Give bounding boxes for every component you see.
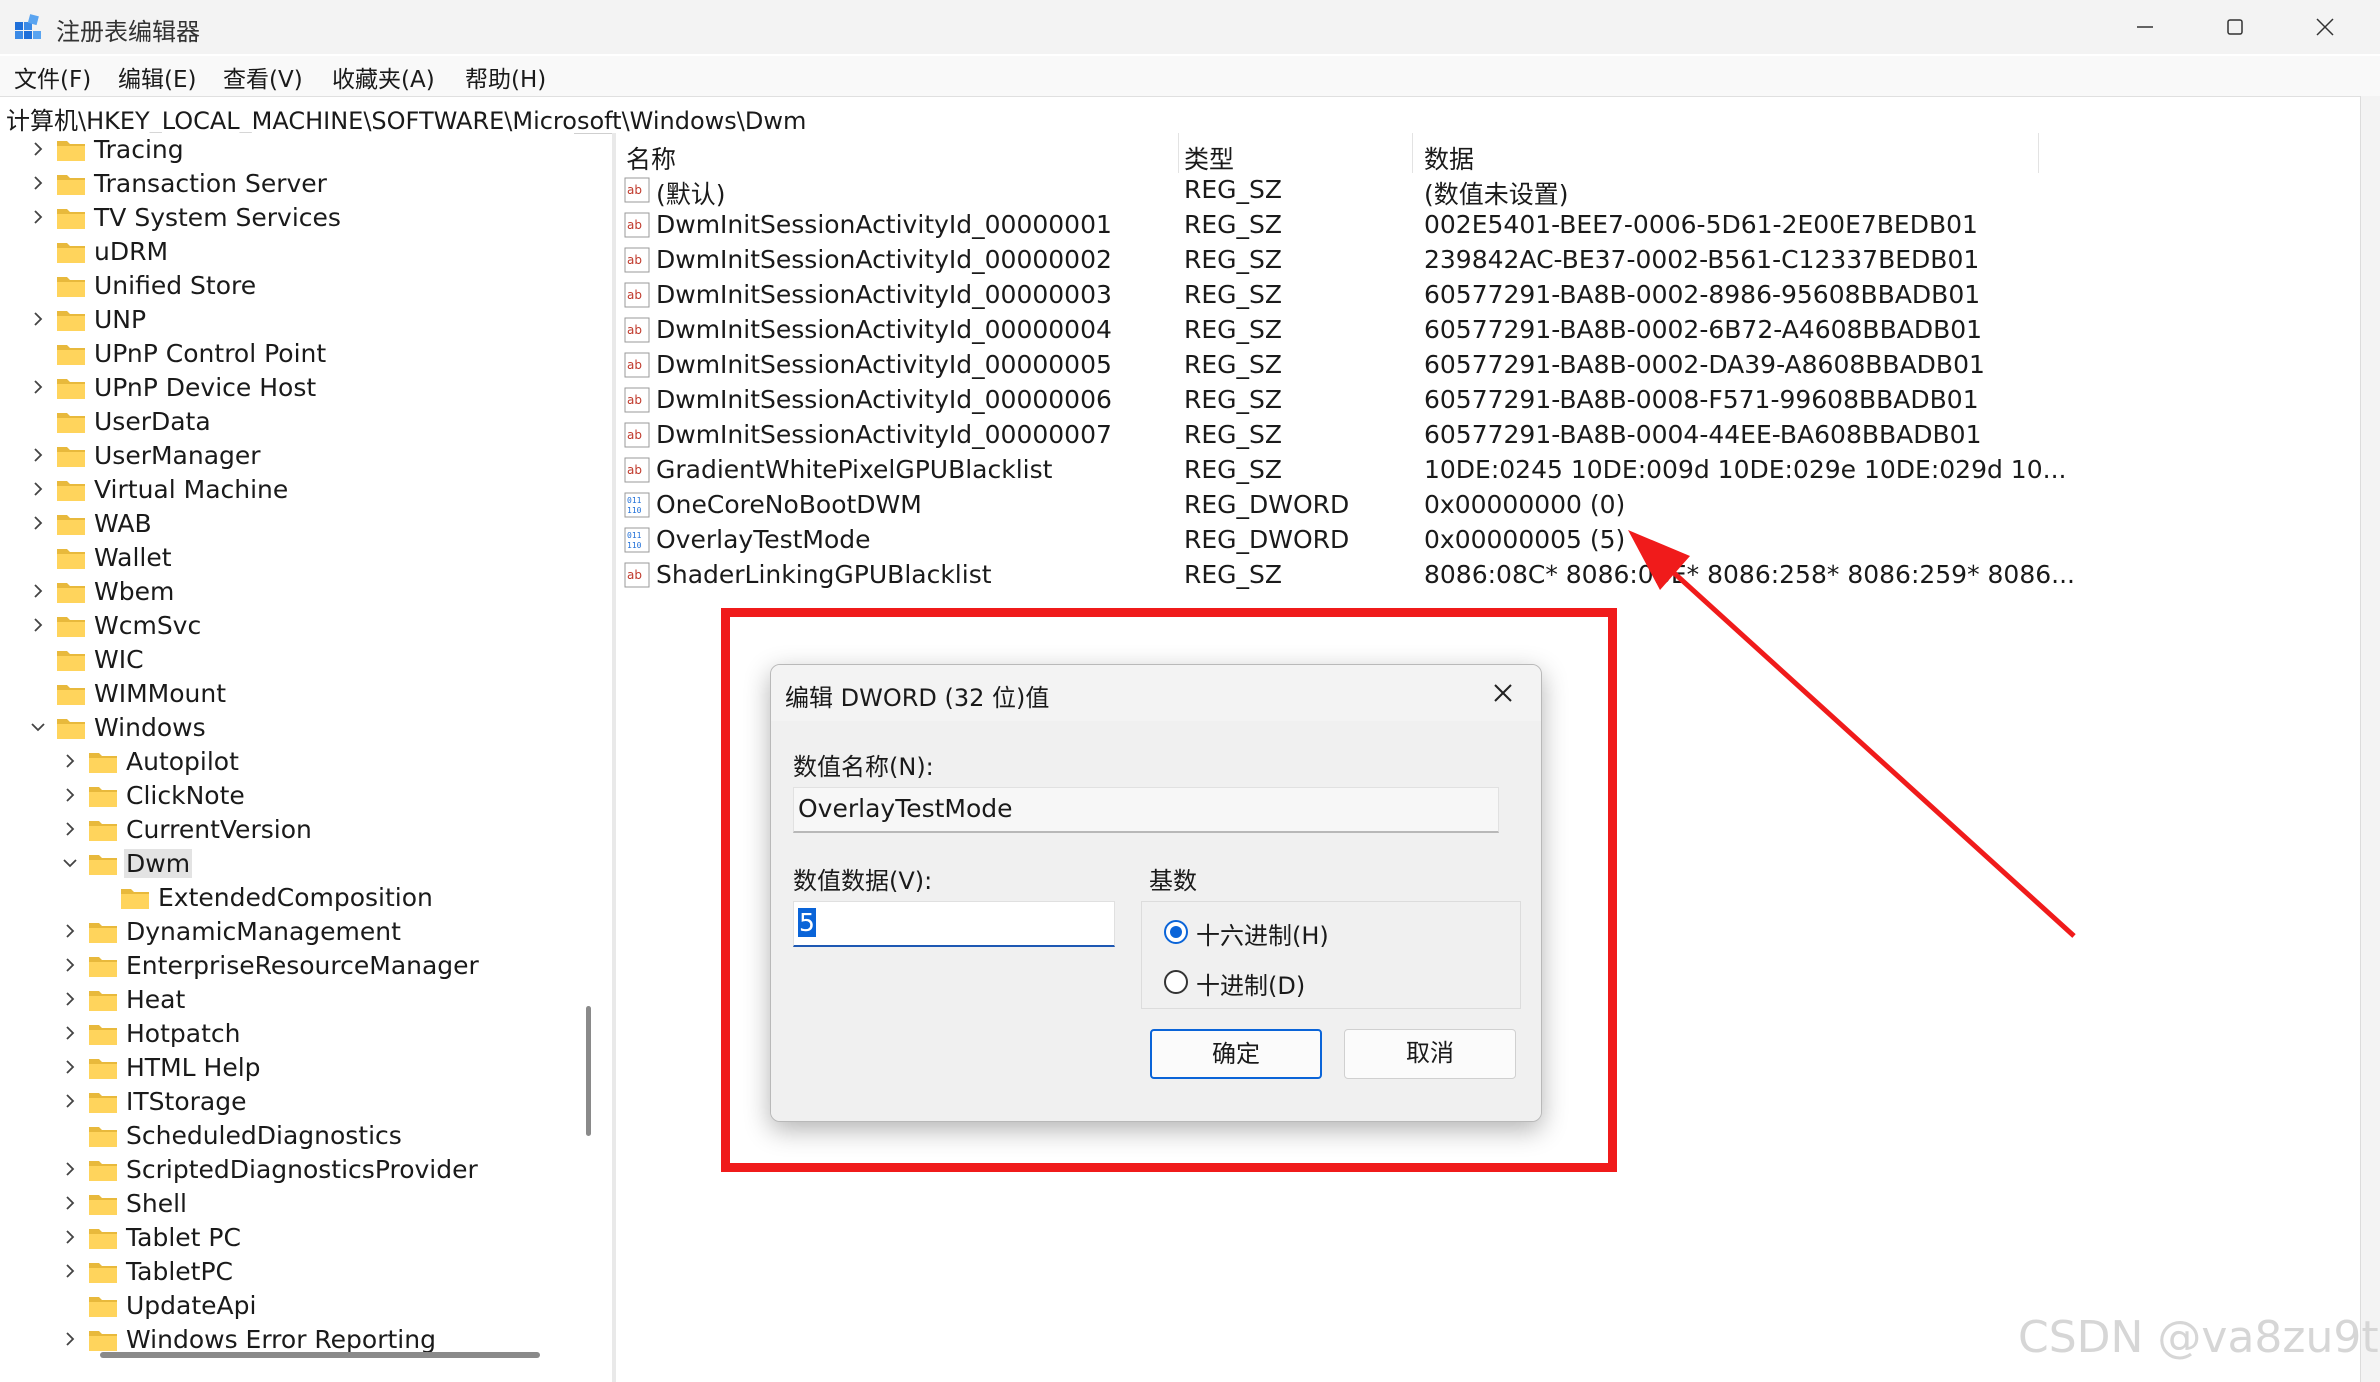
- radio-decimal-label[interactable]: 十进制(D): [1196, 966, 1305, 1001]
- cancel-button[interactable]: 取消: [1344, 1029, 1516, 1079]
- dialog-body: 数值名称(N): OverlayTestMode 数值数据(V): 5 基数 十…: [771, 721, 1541, 1121]
- base-group-label: 基数: [1149, 867, 1197, 895]
- value-data-label: 数值数据(V):: [793, 867, 933, 895]
- close-icon[interactable]: [1489, 679, 1517, 707]
- radio-decimal[interactable]: [1164, 970, 1188, 994]
- dialog-title-bar: 编辑 DWORD (32 位)值: [771, 665, 1541, 721]
- base-group: 十六进制(H) 十进制(D): [1141, 901, 1521, 1009]
- value-data-input[interactable]: 5: [793, 901, 1115, 947]
- ok-button[interactable]: 确定: [1150, 1029, 1322, 1079]
- value-data-text: 5: [798, 908, 816, 937]
- edit-dword-dialog: 编辑 DWORD (32 位)值 数值名称(N): OverlayTestMod…: [770, 664, 1542, 1122]
- watermark: CSDN @va8zu9ts: [2018, 1312, 2380, 1363]
- radio-hex-label[interactable]: 十六进制(H): [1196, 916, 1329, 951]
- radio-hex[interactable]: [1164, 920, 1188, 944]
- value-name-label: 数值名称(N):: [793, 753, 934, 781]
- dialog-title: 编辑 DWORD (32 位)值: [785, 684, 1050, 712]
- value-name-field: OverlayTestMode: [793, 787, 1499, 833]
